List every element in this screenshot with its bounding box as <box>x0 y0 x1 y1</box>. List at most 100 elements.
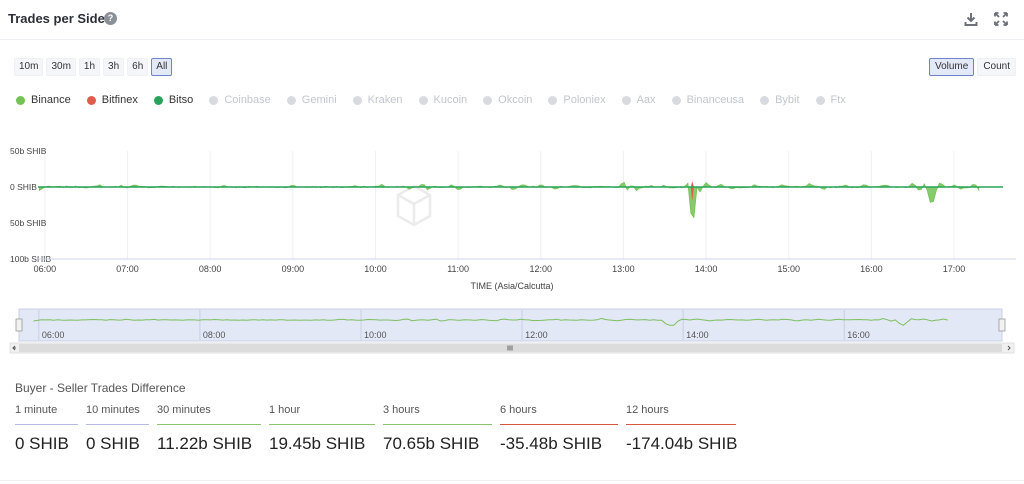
legend-label: Poloniex <box>563 94 606 106</box>
x-tick-label: 07:00 <box>116 264 139 274</box>
x-tick-label: 12:00 <box>530 264 553 274</box>
period-label: 30 minutes <box>157 404 211 416</box>
legend-label: Aax <box>636 94 656 106</box>
bottom-divider <box>0 480 1024 481</box>
legend-label: Coinbase <box>224 94 271 106</box>
x-tick-label: 13:00 <box>612 264 635 274</box>
nav-tick-label: 08:00 <box>203 330 226 340</box>
legend-label: Bitso <box>168 94 194 106</box>
timeframe-30m-button[interactable]: 30m <box>46 58 76 76</box>
nav-tick-label: 06:00 <box>42 330 65 340</box>
period-underline <box>626 424 736 425</box>
navigator-chart[interactable]: 06:00 08:00 10:00 12:00 14:00 16:00 <box>0 308 1024 354</box>
legend-dot <box>671 95 681 105</box>
scrollbar-thumb[interactable] <box>19 344 1002 352</box>
legend-item-kraken[interactable]: Kraken <box>352 94 403 106</box>
legend-label: Kraken <box>367 94 403 106</box>
legend-item-aax[interactable]: Aax <box>621 94 656 106</box>
period-underline <box>269 424 375 425</box>
x-tick-label: 15:00 <box>777 264 800 274</box>
period-underline <box>86 424 149 425</box>
chart-header: Trades per Side ? <box>0 0 1024 40</box>
diff-period: 3 hours 70.65b SHIB <box>383 404 492 454</box>
timeframe-3h-button[interactable]: 3h <box>103 58 125 76</box>
chart-legend: Binance Bitfinex Bitso Coinbase Gemini Kraken… <box>16 94 862 106</box>
legend-item-poloniex[interactable]: Poloniex <box>548 94 606 106</box>
diff-period: 12 hours -174.04b SHIB <box>626 404 738 454</box>
period-value: 19.45b SHIB <box>269 434 366 453</box>
navigator-handle[interactable] <box>998 318 1006 332</box>
mode-selector: Volume Count <box>928 58 1016 76</box>
y-tick-label: 50b SHIB <box>10 146 47 156</box>
navigator-handle[interactable] <box>15 318 23 332</box>
chart-title: Trades per Side <box>8 11 105 26</box>
legend-label: Bitfinex <box>101 94 138 106</box>
legend-dot <box>418 95 428 105</box>
legend-dot <box>153 95 163 105</box>
x-tick-label: 14:00 <box>695 264 718 274</box>
diff-periods: 1 minute 0 SHIB 10 minutes 0 SHIB 30 minutes… <box>15 404 744 454</box>
timeframe-selector: 10m 30m 1h 3h 6h All <box>14 58 173 76</box>
period-underline <box>383 424 492 425</box>
period-underline <box>15 424 78 425</box>
legend-item-coinbase[interactable]: Coinbase <box>209 94 271 106</box>
legend-label: Okcoin <box>498 94 533 106</box>
legend-item-bitfinex[interactable]: Bitfinex <box>86 94 138 106</box>
timeframe-all-button[interactable]: All <box>151 58 173 76</box>
x-tick-label: 10:00 <box>364 264 387 274</box>
timeframe-10m-button[interactable]: 10m <box>14 58 44 76</box>
download-icon[interactable] <box>963 11 979 27</box>
nav-tick-label: 14:00 <box>686 330 709 340</box>
legend-item-binanceusa[interactable]: Binanceusa <box>671 94 745 106</box>
x-tick-label: 09:00 <box>282 264 305 274</box>
expand-icon[interactable] <box>993 11 1009 27</box>
period-label: 12 hours <box>626 404 669 416</box>
legend-label: Binanceusa <box>686 94 745 106</box>
y-tick-label: 0 SHIB <box>10 182 37 192</box>
period-underline <box>157 424 261 425</box>
legend-dot <box>483 95 493 105</box>
legend-label: Binance <box>31 94 71 106</box>
period-value: 11.22b SHIB <box>157 434 253 453</box>
legend-dot <box>286 95 296 105</box>
diff-period: 30 minutes 11.22b SHIB <box>157 404 261 454</box>
volume-button[interactable]: Volume <box>928 58 975 76</box>
legend-dot <box>16 95 25 105</box>
period-value: -174.04b SHIB <box>626 434 738 453</box>
y-tick-label: 50b SHIB <box>10 218 47 228</box>
x-tick-label: 06:00 <box>34 264 57 274</box>
main-chart[interactable]: 06:00 07:00 08:00 09:00 10:00 11:00 12:00 13:00… <box>0 140 1024 298</box>
period-value: -35.48b SHIB <box>500 434 603 453</box>
diff-title: Buyer - Seller Trades Difference <box>15 381 186 395</box>
legend-dot <box>815 95 825 105</box>
legend-item-bitso[interactable]: Bitso <box>153 94 194 106</box>
timeframe-1h-button[interactable]: 1h <box>78 58 101 76</box>
legend-item-gemini[interactable]: Gemini <box>286 94 337 106</box>
period-label: 10 minutes <box>86 404 140 416</box>
legend-item-binance[interactable]: Binance <box>16 94 71 106</box>
diff-period: 1 minute 0 SHIB <box>15 404 78 454</box>
count-button[interactable]: Count <box>977 58 1016 76</box>
question-circle-icon[interactable]: ? <box>104 12 117 25</box>
period-value: 0 SHIB <box>86 434 140 453</box>
nav-tick-label: 12:00 <box>525 330 548 340</box>
legend-label: Gemini <box>301 94 337 106</box>
period-label: 3 hours <box>383 404 420 416</box>
diff-period: 10 minutes 0 SHIB <box>86 404 149 454</box>
legend-dot <box>621 95 631 105</box>
legend-item-kucoin[interactable]: Kucoin <box>418 94 468 106</box>
legend-label: Kucoin <box>433 94 468 106</box>
timeframe-6h-button[interactable]: 6h <box>127 58 149 76</box>
legend-item-ftx[interactable]: Ftx <box>815 94 846 106</box>
period-value: 0 SHIB <box>15 434 69 453</box>
legend-item-okcoin[interactable]: Okcoin <box>483 94 532 106</box>
legend-dot <box>86 95 96 105</box>
legend-label: Bybit <box>775 94 800 106</box>
legend-item-bybit[interactable]: Bybit <box>760 94 800 106</box>
legend-dot <box>352 95 362 105</box>
x-axis-title: TIME (Asia/Calcutta) <box>470 281 553 291</box>
legend-dot <box>209 95 219 105</box>
nav-tick-label: 16:00 <box>847 330 870 340</box>
x-tick-label: 17:00 <box>943 264 966 274</box>
period-label: 1 minute <box>15 404 58 416</box>
